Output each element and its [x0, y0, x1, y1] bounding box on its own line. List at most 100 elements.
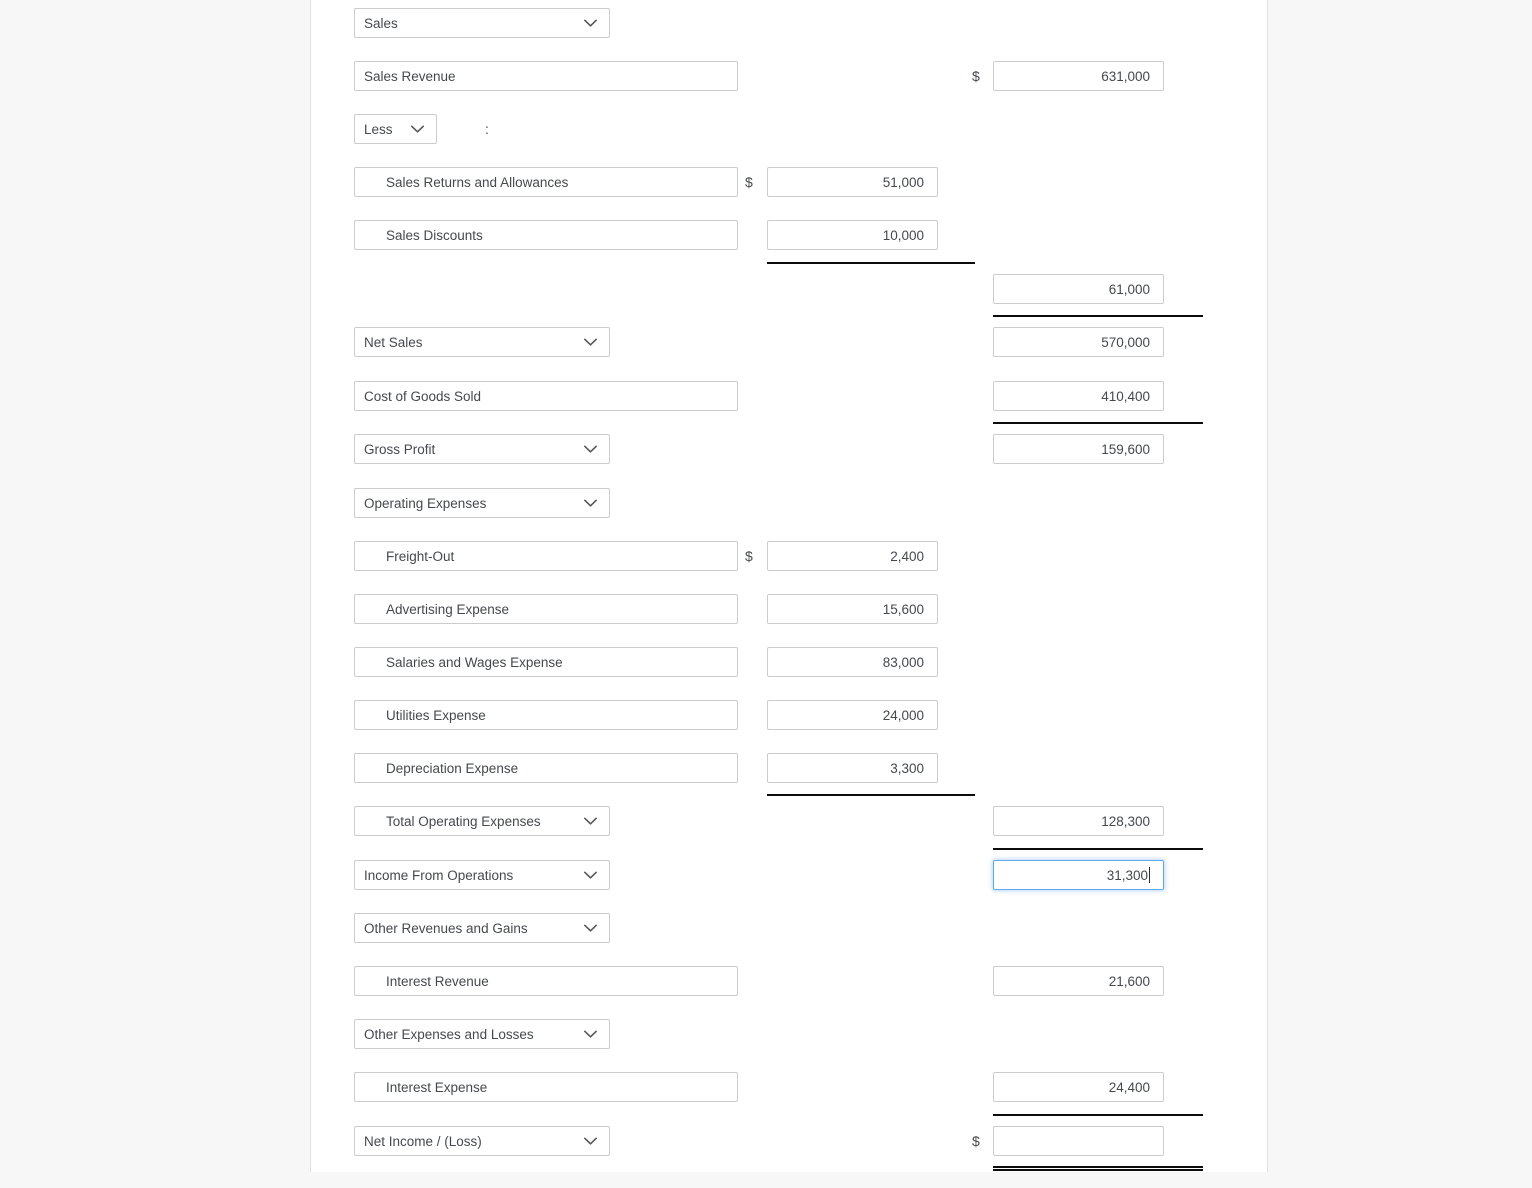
account-select-operating-expenses-section[interactable]: Operating Expenses	[354, 488, 610, 518]
label-cell: Interest Expense	[354, 1072, 738, 1102]
amount-value: 24,000	[882, 707, 924, 723]
account-input-sales-discounts[interactable]: Sales Discounts	[354, 220, 738, 250]
statement-row: Cost of Goods Sold 410,400	[311, 381, 1269, 411]
statement-row: Depreciation Expense 3,300	[311, 753, 1269, 783]
account-select-other-revenues-and-gains-section[interactable]: Other Revenues and Gains	[354, 913, 610, 943]
amount-input-total-sales-deductions[interactable]: 61,000	[993, 274, 1164, 304]
statement-row: Sales Discounts 10,000	[311, 220, 1269, 250]
amount-input-utilities-expense[interactable]: 24,000	[767, 700, 938, 730]
rule-net-sales	[993, 315, 1203, 317]
statement-row: Advertising Expense 15,600	[311, 594, 1269, 624]
account-label-text: Net Sales	[364, 334, 423, 350]
account-label-text: Depreciation Expense	[386, 760, 519, 776]
account-label-text: Utilities Expense	[386, 707, 486, 723]
amount-input-freight-out[interactable]: 2,400	[767, 541, 938, 571]
account-input-interest-expense[interactable]: Interest Expense	[354, 1072, 738, 1102]
label-cell: Other Revenues and Gains	[354, 913, 610, 943]
account-input-advertising-expense[interactable]: Advertising Expense	[354, 594, 738, 624]
chevron-down-icon	[583, 871, 598, 879]
amount-value: 31,300	[1106, 867, 1148, 883]
text-caret	[1149, 867, 1150, 883]
account-select-net-income-loss[interactable]: Net Income / (Loss)	[354, 1126, 610, 1156]
chevron-down-icon	[583, 445, 598, 453]
amount-input-net-sales[interactable]: 570,000	[993, 327, 1164, 357]
total-cell: 159,600	[993, 434, 1164, 464]
subtotal-cell: 15,600	[767, 594, 938, 624]
total-cell: 21,600	[993, 966, 1164, 996]
amount-input-gross-profit[interactable]: 159,600	[993, 434, 1164, 464]
account-label-text: Gross Profit	[364, 441, 436, 457]
chevron-down-icon	[583, 338, 598, 346]
amount-value: 21,600	[1108, 973, 1150, 989]
label-cell: Advertising Expense	[354, 594, 738, 624]
account-input-cost-of-goods-sold[interactable]: Cost of Goods Sold	[354, 381, 738, 411]
amount-value: 15,600	[882, 601, 924, 617]
subtotal-cell: 51,000	[767, 167, 938, 197]
account-input-sales-revenue[interactable]: Sales Revenue	[354, 61, 738, 91]
label-cell: Depreciation Expense	[354, 753, 738, 783]
rule-net-income-close	[993, 1166, 1203, 1171]
amount-input-income-from-operations[interactable]: 31,300	[993, 860, 1164, 890]
account-select-income-from-operations[interactable]: Income From Operations	[354, 860, 610, 890]
amount-input-salaries-and-wages-expense[interactable]: 83,000	[767, 647, 938, 677]
statement-row: Freight-Out $2,400	[311, 541, 1269, 571]
statement-row: Less:	[311, 114, 1269, 144]
amount-input-advertising-expense[interactable]: 15,600	[767, 594, 938, 624]
label-cell: Sales	[354, 8, 610, 38]
label-cell: Less:	[354, 114, 489, 144]
amount-value: 51,000	[882, 174, 924, 190]
label-cell: Net Sales	[354, 327, 610, 357]
amount-value: 10,000	[882, 227, 924, 243]
account-select-other-expenses-and-losses-section[interactable]: Other Expenses and Losses	[354, 1019, 610, 1049]
amount-input-sales-returns-and-allowances[interactable]: 51,000	[767, 167, 938, 197]
amount-value: 3,300	[890, 760, 924, 776]
amount-input-interest-expense[interactable]: 24,400	[993, 1072, 1164, 1102]
label-cell: Gross Profit	[354, 434, 610, 464]
account-label-text: Less	[364, 121, 393, 137]
rule-sales-deductions	[767, 262, 975, 264]
amount-value: 410,400	[1101, 388, 1150, 404]
amount-value: 128,300	[1101, 813, 1150, 829]
account-label-text: Interest Expense	[386, 1079, 488, 1095]
amount-input-net-income-loss[interactable]	[993, 1126, 1164, 1156]
amount-value: 83,000	[882, 654, 924, 670]
amount-input-total-operating-expenses[interactable]: 128,300	[993, 806, 1164, 836]
total-cell: 631,000	[993, 61, 1164, 91]
account-select-less-qualifier[interactable]: Less	[354, 114, 437, 144]
amount-value: 2,400	[890, 548, 924, 564]
amount-input-sales-revenue[interactable]: 631,000	[993, 61, 1164, 91]
amount-value: 61,000	[1108, 281, 1150, 297]
label-cell: Sales Discounts	[354, 220, 738, 250]
label-cell: Freight-Out	[354, 541, 738, 571]
label-cell: Salaries and Wages Expense	[354, 647, 738, 677]
chevron-down-icon	[583, 19, 598, 27]
account-input-interest-revenue[interactable]: Interest Revenue	[354, 966, 738, 996]
amount-input-cost-of-goods-sold[interactable]: 410,400	[993, 381, 1164, 411]
amount-input-depreciation-expense[interactable]: 3,300	[767, 753, 938, 783]
total-cell: 128,300	[993, 806, 1164, 836]
currency-symbol: $	[972, 1133, 980, 1149]
account-select-sales-section[interactable]: Sales	[354, 8, 610, 38]
account-select-total-operating-expenses[interactable]: Total Operating Expenses	[354, 806, 610, 836]
account-input-sales-returns-and-allowances[interactable]: Sales Returns and Allowances	[354, 167, 738, 197]
label-cell: Income From Operations	[354, 860, 610, 890]
label-cell: Operating Expenses	[354, 488, 610, 518]
statement-row: Income From Operations 31,300	[311, 860, 1269, 890]
account-label-text: Advertising Expense	[386, 601, 510, 617]
account-label-text: Sales	[364, 15, 398, 31]
account-select-net-sales[interactable]: Net Sales	[354, 327, 610, 357]
chevron-down-icon	[583, 499, 598, 507]
statement-row: Salaries and Wages Expense 83,000	[311, 647, 1269, 677]
account-input-freight-out[interactable]: Freight-Out	[354, 541, 738, 571]
account-input-depreciation-expense[interactable]: Depreciation Expense	[354, 753, 738, 783]
chevron-down-icon	[410, 125, 425, 133]
account-select-gross-profit[interactable]: Gross Profit	[354, 434, 610, 464]
account-label-text: Operating Expenses	[364, 495, 487, 511]
amount-input-interest-revenue[interactable]: 21,600	[993, 966, 1164, 996]
amount-input-sales-discounts[interactable]: 10,000	[767, 220, 938, 250]
account-input-utilities-expense[interactable]: Utilities Expense	[354, 700, 738, 730]
total-cell: 24,400	[993, 1072, 1164, 1102]
account-input-salaries-and-wages-expense[interactable]: Salaries and Wages Expense	[354, 647, 738, 677]
chevron-down-icon	[583, 817, 598, 825]
account-label-text: Sales Revenue	[364, 68, 456, 84]
